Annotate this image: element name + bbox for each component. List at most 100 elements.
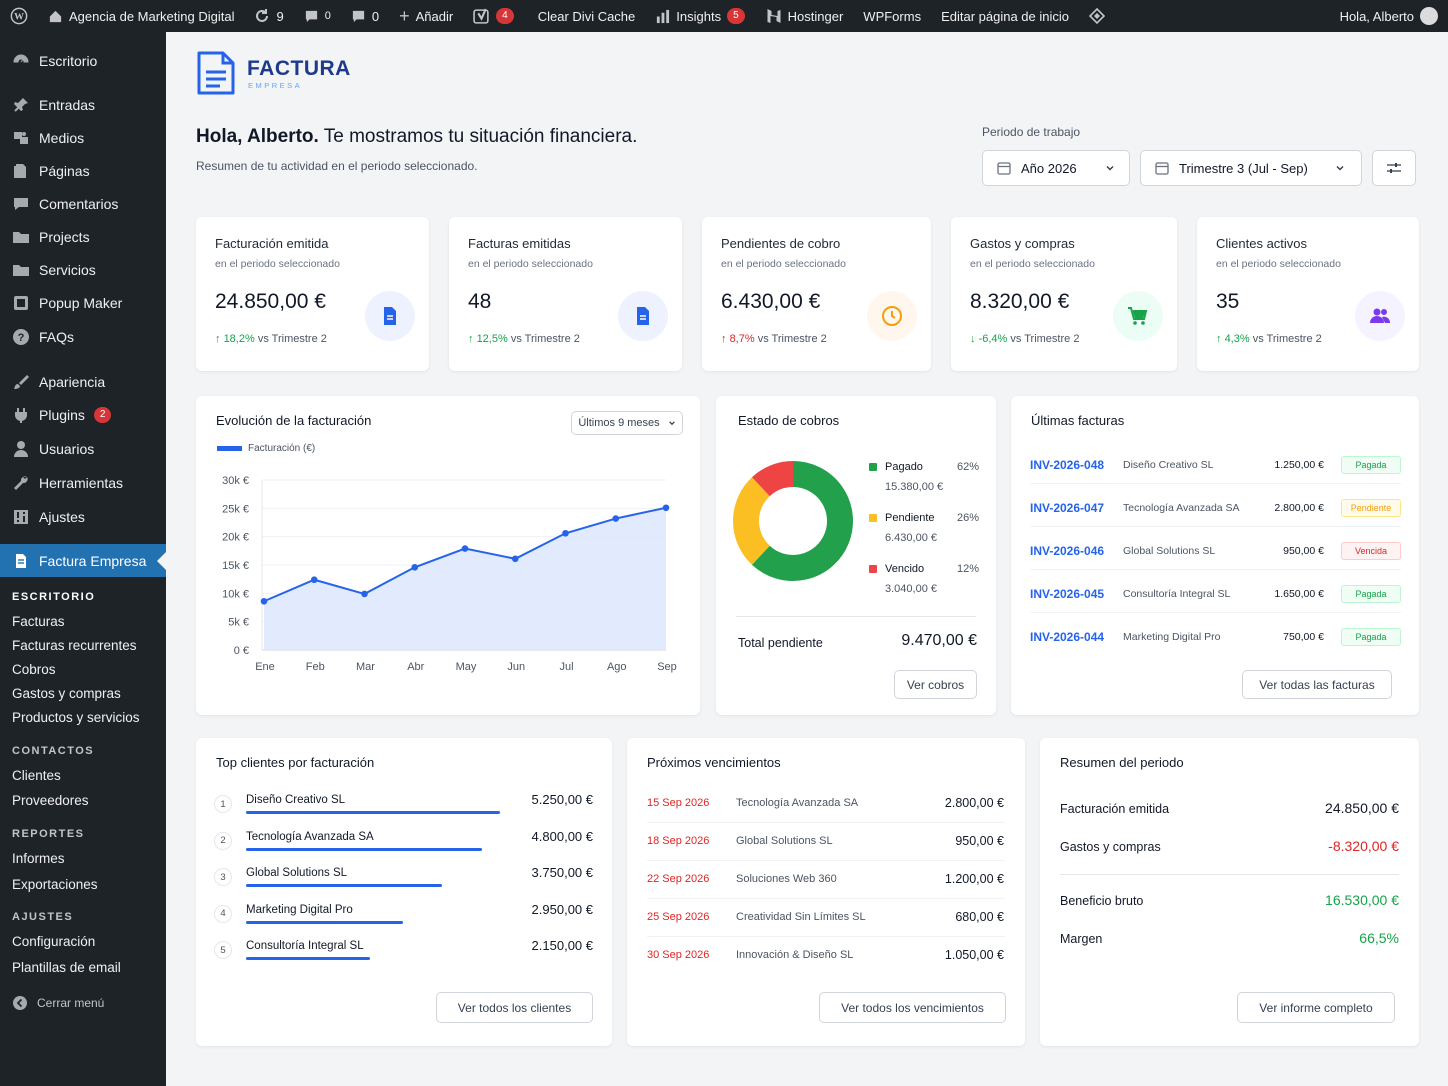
data-point[interactable] [511,555,519,563]
client-name-link[interactable]: Tecnología Avanzada SA [246,831,374,843]
submenu-item[interactable]: Facturas [12,614,65,629]
view-full-report-button[interactable]: Ver informe completo [1237,992,1395,1023]
total-pending-value: 9.470,00 € [901,632,977,649]
year-select[interactable]: Año 2026 [982,150,1130,186]
total-pending-label: Total pendiente [738,636,823,650]
sidebar-item-popup-maker[interactable]: Popup Maker [0,286,166,319]
submenu-item[interactable]: Configuración [12,934,95,949]
view-all-clients-button[interactable]: Ver todos los clientes [436,992,593,1023]
sidebar-item-ajustes[interactable]: Ajustes [0,500,166,533]
updates-link[interactable]: 9 [244,0,293,32]
sidebar-item-escritorio[interactable]: Escritorio [0,44,166,77]
donut-slice-pendiente[interactable] [733,477,771,565]
y-tick-label: 25k € [222,503,249,515]
data-point[interactable] [612,515,620,522]
kpi-value: 48 [468,290,492,313]
invoice-id-link[interactable]: INV-2026-047 [1030,501,1104,515]
submenu-item[interactable]: Productos y servicios [12,710,140,725]
invoice-client: Consultoría Integral SL [1123,588,1231,600]
data-point[interactable] [461,545,469,552]
kpi-change: ↑ 8,7% vs Trimestre 2 [721,333,827,345]
top-clients-card: Top clientes por facturación Ver todos l… [196,738,612,1046]
filters-button[interactable] [1372,150,1416,186]
y-tick-label: 0 € [234,645,249,657]
client-name-link[interactable]: Marketing Digital Pro [246,904,353,916]
user-icon [14,440,28,457]
sidebar-item-páginas[interactable]: Páginas [0,154,166,187]
invoice-id-link[interactable]: INV-2026-046 [1030,544,1104,558]
due-client: Soluciones Web 360 [736,873,837,885]
submenu-item[interactable]: Proveedores [12,793,89,808]
brush-icon [14,374,29,389]
pending-comments-link[interactable]: 0 [294,0,341,32]
sidebar-item-factura-empresa[interactable]: Factura Empresa [0,544,166,577]
sidebar-item-medios[interactable]: Medios [0,121,166,154]
refresh-icon [256,9,269,22]
new-content-link[interactable]: + Añadir [389,0,463,32]
wpforms-link[interactable]: WPForms [853,0,931,32]
invoice-id-link[interactable]: INV-2026-045 [1030,587,1104,601]
edit-home-link[interactable]: Editar página de inicio [931,0,1079,32]
data-point[interactable] [260,597,268,605]
sidebar-item-servicios[interactable]: Servicios [0,253,166,286]
data-point[interactable] [310,576,318,584]
sidebar-item-label: Comentarios [39,195,119,212]
data-point[interactable] [361,590,368,598]
client-amount: 3.750,00 € [531,865,593,881]
submenu-item[interactable]: Exportaciones [12,877,98,892]
view-payments-button[interactable]: Ver cobros [894,670,977,699]
view-all-invoices-button[interactable]: Ver todas las facturas [1242,670,1392,699]
sidebar-item-usuarios[interactable]: Usuarios [0,432,166,465]
sidebar-item-comentarios[interactable]: Comentarios [0,187,166,220]
submenu-item[interactable]: Clientes [12,768,61,783]
user-account-link[interactable]: Hola, Alberto [1330,0,1448,32]
summary-label: Margen [1060,932,1103,946]
billing-evolution-card: Evolución de la facturación Últimos 9 me… [196,396,700,715]
sidebar-item-herramientas[interactable]: Herramientas [0,466,166,499]
media-icon [14,131,28,144]
card-title: Resumen del periodo [1060,755,1184,770]
submenu-item[interactable]: Cobros [12,662,56,677]
client-name-link[interactable]: Consultoría Integral SL [246,940,364,952]
sidebar-item-entradas[interactable]: Entradas [0,88,166,121]
clear-divi-cache-link[interactable]: Clear Divi Cache [524,0,646,32]
submenu-item[interactable]: Plantillas de email [12,960,121,975]
kpi-value: 24.850,00 € [215,290,326,313]
client-name-link[interactable]: Global Solutions SL [246,867,347,879]
y-tick-label: 5k € [228,617,249,629]
comments-link[interactable]: 0 [341,0,389,32]
submenu-item[interactable]: Informes [12,851,65,866]
sidebar-item-projects[interactable]: Projects [0,220,166,253]
sidebar-item-label: Herramientas [39,474,124,491]
submenu-item[interactable]: Facturas recurrentes [12,638,137,653]
status-badge: Pagada [1341,628,1401,646]
due-amount: 950,00 € [955,834,1004,848]
invoice-id-link[interactable]: INV-2026-048 [1030,458,1104,472]
donut-slice-vencido[interactable] [751,461,794,497]
sidebar-item-faqs[interactable]: ? FAQs [0,320,166,353]
yoast-link[interactable]: 4 [463,0,524,32]
divi-builder-link[interactable] [1079,0,1115,32]
calendar-icon [1155,162,1169,175]
y-tick-label: 30k € [222,475,249,487]
sidebar-item-plugins[interactable]: Plugins 2 [0,398,166,431]
clock-icon [882,306,902,326]
insights-link[interactable]: Insights 5 [645,0,754,32]
view-all-due-button[interactable]: Ver todos los vencimientos [819,992,1006,1023]
data-point[interactable] [562,529,569,537]
invoice-id-link[interactable]: INV-2026-044 [1030,630,1104,644]
wordpress-icon: W [10,7,28,25]
x-tick-label: Ago [607,661,627,673]
client-name-link[interactable]: Diseño Creativo SL [246,794,345,806]
quarter-select[interactable]: Trimestre 3 (Jul - Sep) [1140,150,1362,186]
invoice-amount: 950,00 € [1283,545,1324,557]
collapse-menu-button[interactable]: Cerrar menú [12,995,104,1011]
submenu-item[interactable]: Gastos y compras [12,686,121,701]
data-point[interactable] [662,504,670,512]
data-point[interactable] [411,563,419,571]
sidebar-item-apariencia[interactable]: Apariencia [0,365,166,398]
hostinger-link[interactable]: Hostinger [755,0,854,32]
wp-logo[interactable]: W [0,0,38,32]
site-name-link[interactable]: Agencia de Marketing Digital [38,0,244,32]
invoice-amount: 750,00 € [1283,631,1324,643]
